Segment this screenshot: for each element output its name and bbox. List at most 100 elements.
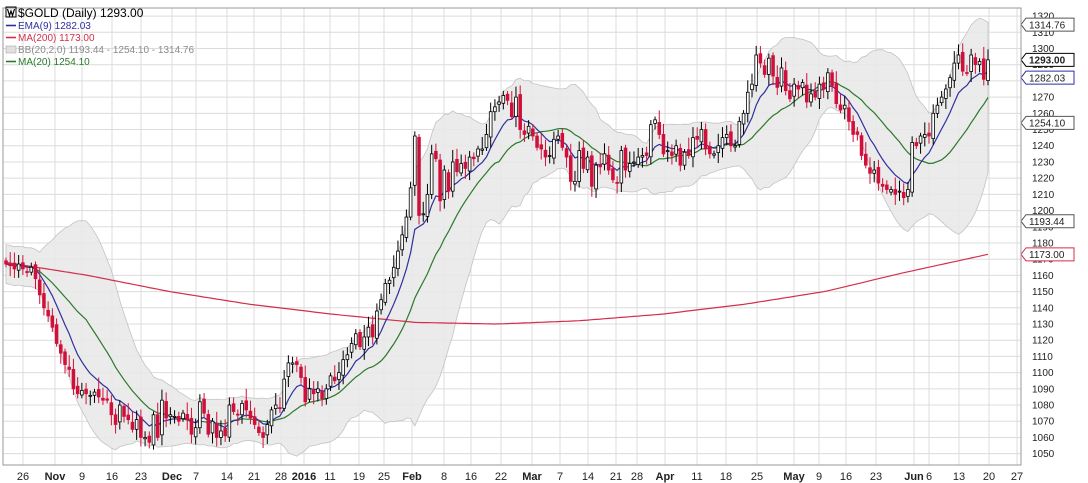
candle-body: [577, 150, 581, 182]
x-tick-label: 23: [870, 471, 882, 483]
candle-body: [438, 159, 442, 202]
candle-body: [720, 137, 725, 149]
candle-body: [594, 164, 598, 190]
candle-body: [257, 426, 261, 433]
candle-body: [362, 336, 367, 350]
candle-body: [518, 94, 522, 130]
candle-body: [328, 375, 333, 387]
y-tick-label: 1100: [1032, 368, 1054, 379]
candle-body: [788, 90, 792, 100]
candle-body: [101, 397, 105, 401]
candle-body: [311, 389, 316, 395]
candle-body: [708, 145, 712, 155]
candle: [910, 136, 914, 197]
x-tick-label: 7: [193, 471, 199, 483]
x-tick-label: 16: [840, 471, 852, 483]
candle-body: [210, 420, 215, 434]
x-tick-label: 19: [353, 471, 365, 483]
candle-body: [758, 53, 763, 64]
candle-body: [493, 106, 497, 113]
candle-body: [842, 104, 847, 110]
legend-label: MA(20) 1254.10: [18, 57, 90, 68]
y-tick-label: 1160: [1032, 271, 1054, 282]
candle-body: [750, 83, 754, 91]
candle-body: [805, 84, 809, 103]
candle-body: [59, 344, 63, 354]
legend-swatch: [5, 45, 17, 54]
x-tick-label: Feb: [402, 471, 422, 483]
candle-body: [198, 401, 202, 429]
x-tick-label: 9: [816, 471, 822, 483]
candle-body: [455, 158, 459, 173]
candle-body: [526, 125, 531, 134]
candle-body: [227, 404, 232, 438]
candle-body: [379, 299, 383, 311]
candle-body: [556, 135, 560, 140]
candle-body: [716, 145, 721, 153]
candle-body: [501, 95, 506, 104]
candle-body: [893, 189, 898, 195]
candle-body: [931, 112, 935, 140]
candle-body: [147, 435, 152, 443]
candle-body: [307, 388, 312, 400]
candle-body: [63, 351, 67, 365]
price-tag: 1254.10: [1020, 115, 1075, 130]
candle-body: [126, 414, 130, 421]
candle-body: [640, 155, 645, 158]
x-tick-label: 7: [557, 471, 563, 483]
candle-body: [691, 137, 695, 158]
x-tick-label: Mar: [522, 471, 542, 483]
candle-body: [383, 283, 388, 303]
candle-body: [172, 415, 177, 418]
x-tick-label: 14: [582, 471, 594, 483]
candle-body: [851, 121, 855, 135]
y-tick-label: 1140: [1032, 303, 1054, 314]
candle-body: [193, 427, 198, 438]
candle-body: [425, 193, 430, 217]
candle-body: [885, 184, 889, 190]
candle-body: [421, 213, 426, 216]
candle-body: [531, 128, 535, 137]
y-tick-label: 1150: [1032, 287, 1054, 298]
candle-body: [472, 156, 476, 160]
candle-body: [939, 96, 944, 104]
candle-body: [122, 405, 126, 417]
candle-body: [509, 102, 514, 117]
candle-body: [488, 111, 493, 138]
candle-body: [762, 65, 767, 75]
candle-body: [467, 156, 472, 172]
candle-body: [699, 129, 704, 143]
candle-body: [539, 144, 544, 150]
candle-body: [847, 107, 851, 122]
candle-body: [408, 187, 413, 218]
candle-body: [130, 421, 135, 430]
price-tag: 1173.00: [1020, 247, 1075, 262]
candle-body: [670, 151, 674, 156]
y-tick-label: 1110: [1032, 352, 1053, 363]
candle-body: [265, 424, 270, 436]
candle-body: [480, 148, 485, 151]
candle: [408, 181, 413, 221]
candle-body: [404, 216, 409, 238]
candle-body: [792, 83, 796, 97]
candle-body: [960, 52, 965, 72]
candle-body: [299, 366, 303, 378]
candle-body: [67, 366, 71, 370]
candle-body: [278, 407, 282, 410]
x-tick-label: 21: [248, 471, 260, 483]
price-tag-label: 1282.03: [1029, 73, 1066, 84]
candle-body: [4, 260, 8, 265]
candle-body: [674, 145, 678, 155]
candle-body: [813, 90, 817, 98]
candle-body: [413, 135, 417, 186]
x-tick-label: 16: [465, 471, 477, 483]
price-tag: 1314.76: [1020, 17, 1075, 32]
price-tag: 1193.44: [1020, 214, 1075, 229]
candle-body: [543, 149, 548, 158]
candle-body: [838, 104, 843, 111]
candle-body: [113, 414, 118, 425]
x-tick-label: 25: [378, 471, 390, 483]
x-tick-label: 16: [106, 471, 118, 483]
candle-body: [627, 163, 632, 172]
candle-body: [649, 124, 653, 158]
